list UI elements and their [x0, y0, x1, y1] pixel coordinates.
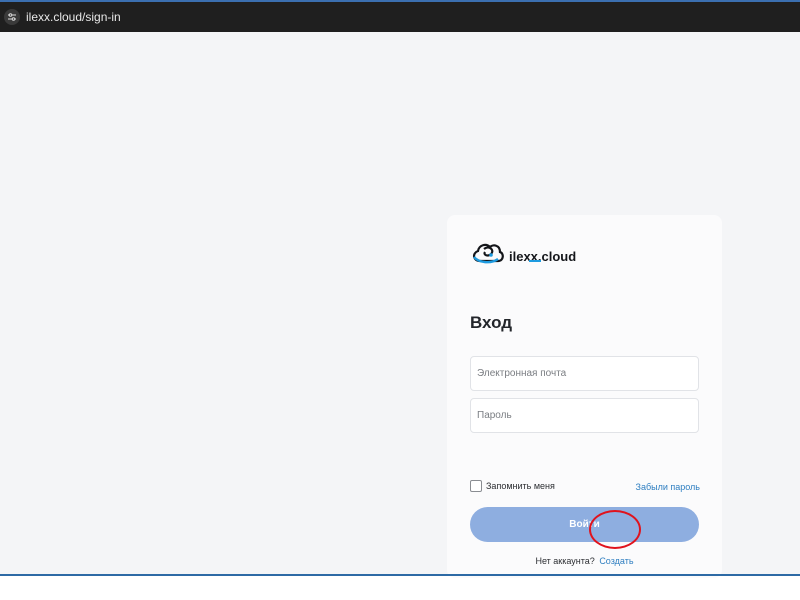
login-card: ilexx.cloud Вход Запомнить меня Забыли п…: [447, 215, 722, 578]
page-title: Вход: [470, 313, 513, 332]
remember-me-label: Запомнить меня: [486, 481, 555, 491]
brand-logo[interactable]: ilexx.cloud: [471, 241, 576, 272]
password-input[interactable]: [470, 398, 699, 433]
brand-name: ilexx.cloud: [509, 249, 577, 264]
no-account-text: Нет аккаунта?: [535, 556, 595, 566]
login-button[interactable]: Войти: [470, 507, 699, 542]
url-text[interactable]: ilexx.cloud/sign-in: [26, 10, 121, 24]
brand-underline: [529, 260, 541, 262]
viewport-bottom-border: [0, 574, 800, 576]
remember-me-checkbox[interactable]: Запомнить меня: [470, 480, 555, 492]
checkbox-box[interactable]: [470, 480, 482, 492]
tune-icon[interactable]: [4, 9, 20, 25]
create-account-link[interactable]: Создать: [599, 556, 633, 566]
forgot-password-link[interactable]: Забыли пароль: [636, 482, 700, 492]
signup-prompt: Нет аккаунта? Создать: [447, 556, 722, 566]
email-input[interactable]: [470, 356, 699, 391]
page-viewport: ilexx.cloud Вход Запомнить меня Забыли п…: [0, 32, 800, 578]
cloud-spiral-icon: [471, 241, 505, 272]
browser-address-bar: ilexx.cloud/sign-in: [0, 0, 800, 32]
